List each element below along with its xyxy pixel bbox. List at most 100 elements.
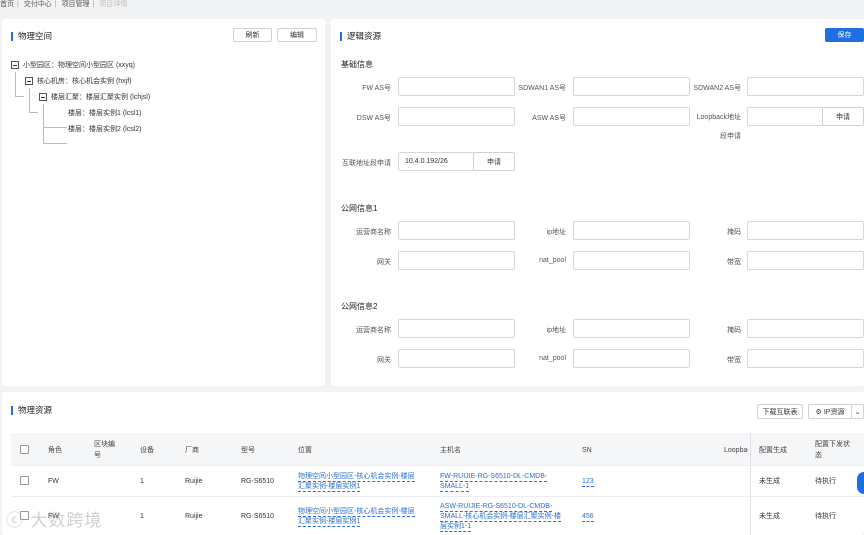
collapse-icon[interactable] [25, 77, 33, 85]
tree-node-core-room[interactable]: 核心机房：核心机会实例 (hxjf) [25, 75, 132, 87]
interconnect-input[interactable]: 10.4.0.192/26 [398, 152, 474, 171]
fw-as-input[interactable] [398, 77, 515, 96]
public-net-2-isp-label: 运营商名称 [356, 327, 391, 334]
public-net-1-ip-input[interactable] [573, 221, 690, 240]
ip-resource-button[interactable]: ⚙ IP资源 [808, 404, 852, 419]
cell-location-link[interactable]: 物理空间小型园区-核心机会实例-楼层 [298, 507, 415, 517]
cell-hostname-link-line2[interactable]: SMALL-1 [440, 482, 470, 492]
tree-node-floor-2[interactable]: 楼层：楼层实例2 (lcsl2) [68, 123, 142, 135]
public-net-2-nat-pool-input[interactable] [573, 349, 690, 368]
refresh-button[interactable]: 刷新 [233, 28, 272, 42]
watermark: ⓒ 大数跨境 [6, 506, 102, 531]
cell-role: FW [48, 478, 59, 485]
cell-vendor: Ruijie [185, 513, 203, 520]
cell-model: RG-S6510 [241, 513, 275, 520]
tree-node-floor-aggregation[interactable]: 楼层汇聚：楼层汇聚实例 (lchjsl) [39, 91, 150, 103]
tree-node-label: 核心机房：核心机会实例 (hxjf) [37, 78, 132, 85]
tree-node-floor-1[interactable]: 楼层：楼层实例1 (lcsl1) [68, 107, 142, 119]
save-button[interactable]: 保存 [825, 28, 864, 42]
cell-hostname-link-line3[interactable]: 层实例1-1 [440, 522, 472, 532]
public-net-2-bandwidth-input[interactable] [747, 349, 864, 368]
loopback-apply-button[interactable]: 申请 [822, 107, 864, 126]
tree-node-label: 楼层汇聚：楼层汇聚实例 (lchjsl) [51, 94, 151, 101]
asw-as-label: ASW AS号 [532, 115, 566, 122]
tree-node-campus[interactable]: 小型园区：物理空间小型园区 (xxyq) [11, 59, 135, 71]
cell-sn-link[interactable]: 123 [582, 477, 594, 487]
floating-help-button[interactable] [857, 472, 864, 494]
tree-node-label: 楼层：楼层实例1 (lcsl1) [68, 110, 142, 117]
cell-location-link-line2[interactable]: 汇聚实例-楼层实例1 [298, 517, 361, 527]
public-net-1-mask-input[interactable] [747, 221, 864, 240]
col-config-generate: 配置生成 [759, 447, 787, 454]
col-location: 位置 [298, 447, 312, 454]
watermark-logo-icon: ⓒ [6, 511, 24, 531]
cell-hostname-link[interactable]: FW-RUIJIE-RG-S6510-DL-CMDB- [440, 472, 548, 482]
cell-hostname-link[interactable]: ASW-RUIJIE-RG-S6510-DL-CMDB- [440, 502, 553, 512]
public-net-2-mask-label: 掩码 [727, 327, 741, 334]
cell-config-generate: 未生成 [759, 513, 780, 520]
logical-resources-title: 逻辑资源 [340, 32, 381, 41]
logical-resources-panel: 逻辑资源 保存 基础信息 FW AS号 SDWAN1 AS号 SDWAN2 AS… [331, 19, 864, 386]
col-role: 角色 [48, 447, 62, 454]
interconnect-label: 互联地址段申请 [342, 160, 391, 167]
breadcrumb-current: 项目详情 [99, 1, 128, 8]
fw-as-label: FW AS号 [362, 85, 391, 92]
col-block-no: 区块编 [94, 441, 115, 448]
cell-model: RG-S6510 [241, 478, 275, 485]
breadcrumb-home[interactable]: 首页 [0, 1, 14, 8]
physical-space-title: 物理空间 [11, 32, 52, 41]
row-divider [11, 465, 864, 466]
basic-info-title: 基础信息 [341, 60, 373, 69]
public-net-1-isp-input[interactable] [398, 221, 515, 240]
gear-icon: ⚙ [815, 408, 822, 416]
col-block-no-line2: 号 [94, 452, 101, 459]
dsw-as-input[interactable] [398, 107, 515, 126]
physical-space-panel: 物理空间 刷新 编辑 小型园区：物理空间小型园区 (xxyq) 核心机房：核心机… [2, 19, 325, 386]
public-net-1-mask-label: 掩码 [727, 229, 741, 236]
breadcrumb: 首页 | 交付中心 | 项目管理 | 项目详情 [0, 1, 128, 8]
cell-sn-link[interactable]: 456 [582, 512, 594, 522]
row-checkbox[interactable] [20, 476, 29, 485]
col-sn: SN [582, 447, 592, 454]
public-net-2-mask-input[interactable] [747, 319, 864, 338]
public-net-2-ip-input[interactable] [573, 319, 690, 338]
public-net-1-title: 公网信息1 [341, 204, 378, 213]
public-net-2-nat-pool-label: nat_pool [539, 355, 566, 362]
breadcrumb-delivery-center[interactable]: 交付中心 [24, 1, 52, 8]
tree-connector [43, 128, 67, 144]
cell-location-link[interactable]: 物理空间小型园区-核心机会实例-楼层 [298, 472, 415, 482]
asw-as-input[interactable] [573, 107, 690, 126]
row-divider [11, 496, 864, 497]
col-config-push-status-line2: 态 [815, 452, 822, 459]
public-net-1-bandwidth-input[interactable] [747, 251, 864, 270]
breadcrumb-project-management[interactable]: 项目管理 [62, 1, 90, 8]
cell-hostname-link-line2[interactable]: SMALL-核心机会实例-楼层汇聚实例-楼 [440, 512, 561, 522]
public-net-1-bandwidth-label: 带宽 [727, 259, 741, 266]
dsw-as-label: DSW AS号 [356, 115, 391, 122]
cell-config-generate: 未生成 [759, 478, 780, 485]
col-config-push-status: 配置下发状 [815, 441, 850, 448]
public-net-1-nat-pool-input[interactable] [573, 251, 690, 270]
loopback-input[interactable] [747, 107, 823, 126]
col-hostname: 主机名 [440, 447, 461, 454]
interconnect-apply-button[interactable]: 申请 [473, 152, 515, 171]
public-net-1-nat-pool-label: nat_pool [539, 257, 566, 264]
chevron-down-icon[interactable]: ⌄ [851, 404, 864, 419]
public-net-2-isp-input[interactable] [398, 319, 515, 338]
edit-button[interactable]: 编辑 [277, 28, 317, 42]
sdwan2-as-input[interactable] [747, 77, 864, 96]
col-model: 型号 [241, 447, 255, 454]
sdwan1-as-input[interactable] [573, 77, 690, 96]
public-net-2-gateway-input[interactable] [398, 349, 515, 368]
loopback-label: Loopback地址 [696, 114, 741, 121]
loopback-label-line2: 段申请 [720, 133, 741, 140]
download-interconnect-table-button[interactable]: 下载互联表 [757, 404, 803, 419]
select-all-checkbox[interactable] [20, 445, 29, 454]
collapse-icon[interactable] [39, 93, 47, 101]
public-net-1-gateway-input[interactable] [398, 251, 515, 270]
collapse-icon[interactable] [11, 61, 19, 69]
tree-connector [43, 104, 67, 128]
col-vendor: 厂商 [185, 447, 199, 454]
cell-location-link-line2[interactable]: 汇聚实例-楼层实例1 [298, 482, 361, 492]
cell-device: 1 [140, 478, 144, 485]
